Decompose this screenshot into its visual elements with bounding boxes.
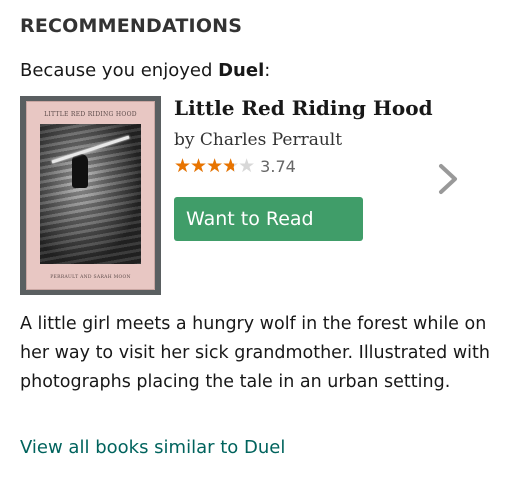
cover-photo xyxy=(40,124,141,264)
star-rating-fill: ★★★★★ xyxy=(174,156,234,176)
want-to-read-button[interactable]: Want to Read xyxy=(174,197,363,241)
cover-author-text: Perrault and Sarah Moon xyxy=(50,275,131,280)
because-suffix: : xyxy=(264,60,271,81)
view-similar-books-link[interactable]: View all books similar to Duel xyxy=(20,437,285,458)
book-author[interactable]: by Charles Perrault xyxy=(174,130,342,150)
cover-figure xyxy=(72,154,88,188)
book-description: A little girl meets a hungry wolf in the… xyxy=(20,314,490,392)
because-you-enjoyed: Because you enjoyed Duel: xyxy=(20,60,270,81)
chevron-right-icon[interactable] xyxy=(436,162,460,196)
book-cover-frame: Little Red Riding Hood Perrault and Sara… xyxy=(26,101,155,290)
because-book-title: Duel xyxy=(218,60,265,81)
section-heading: RECOMMENDATIONS xyxy=(20,15,243,37)
book-cover[interactable]: Little Red Riding Hood Perrault and Sara… xyxy=(20,96,161,295)
rating-row: ★★★★★ ★★★★★ 3.74 xyxy=(174,155,296,177)
average-rating: 3.74 xyxy=(260,156,296,176)
book-title[interactable]: Little Red Riding Hood xyxy=(174,96,433,120)
cover-title-text: Little Red Riding Hood xyxy=(44,111,137,118)
star-rating: ★★★★★ ★★★★★ xyxy=(174,156,255,176)
because-prefix: Because you enjoyed xyxy=(20,60,219,81)
